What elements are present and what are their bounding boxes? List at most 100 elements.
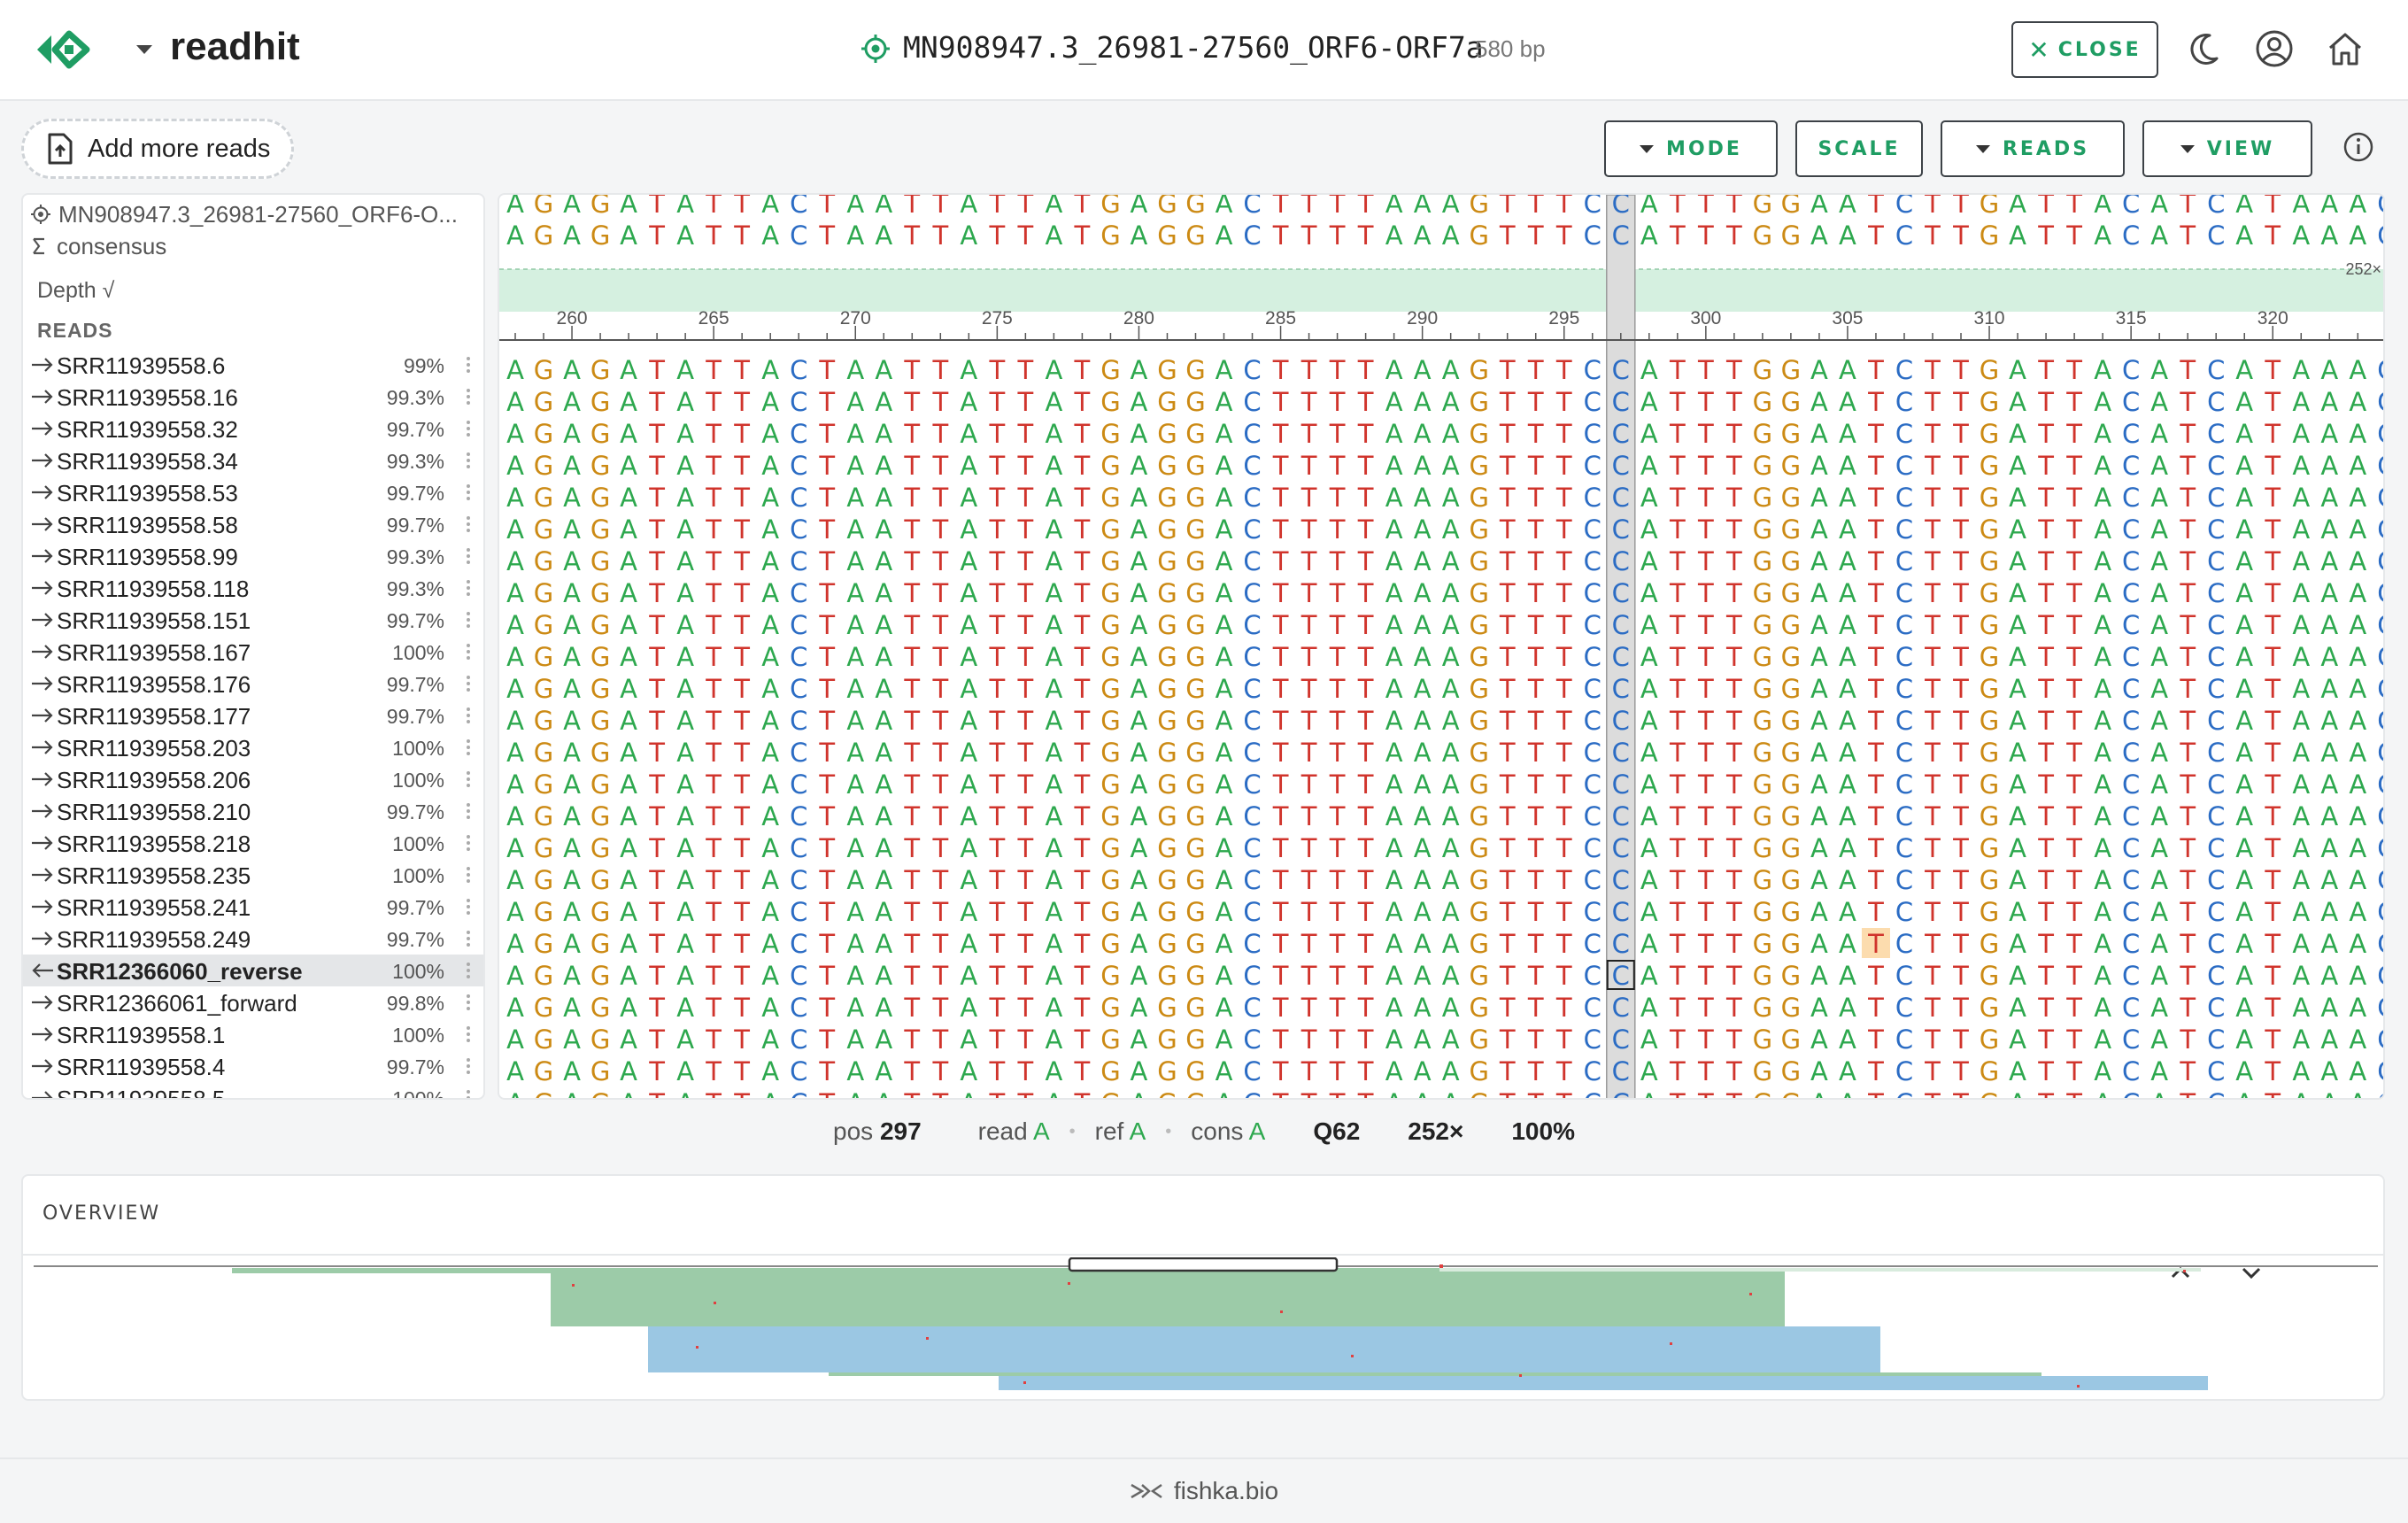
base-T[interactable]: T	[1555, 642, 1572, 672]
base-T[interactable]: T	[1527, 546, 1544, 576]
base-A[interactable]: A	[2292, 738, 2310, 768]
base-A[interactable]: A	[676, 578, 694, 608]
base-T[interactable]: T	[988, 1056, 1005, 1086]
base-A[interactable]: A	[1640, 897, 1658, 927]
base-A[interactable]: A	[875, 706, 892, 736]
base-A[interactable]: A	[2349, 674, 2366, 704]
base-C[interactable]: C	[2122, 674, 2140, 704]
base-T[interactable]: T	[1329, 1056, 1346, 1086]
base-T[interactable]: T	[2037, 419, 2054, 449]
base-A[interactable]: A	[1839, 929, 1856, 959]
base-A[interactable]: A	[875, 483, 892, 513]
base-G[interactable]: G	[1157, 546, 1177, 576]
base-T[interactable]: T	[1357, 769, 1374, 800]
base-A[interactable]: A	[676, 220, 694, 251]
base-T[interactable]: T	[2264, 220, 2281, 251]
base-C[interactable]: C	[1584, 355, 1601, 385]
base-T[interactable]: T	[818, 738, 835, 768]
base-G[interactable]: G	[1469, 514, 1488, 545]
base-A[interactable]: A	[506, 578, 524, 608]
base-A[interactable]: A	[960, 387, 977, 417]
base-A[interactable]: A	[2150, 1056, 2168, 1086]
base-G[interactable]: G	[1753, 451, 1772, 481]
base-T[interactable]: T	[1725, 419, 1742, 449]
base-A[interactable]: A	[1839, 546, 1856, 576]
base-T[interactable]: T	[1697, 929, 1714, 959]
base-T[interactable]: T	[1527, 220, 1544, 251]
base-A[interactable]: A	[960, 220, 977, 251]
base-A[interactable]: A	[563, 1088, 581, 1100]
base-A[interactable]: A	[2009, 674, 2026, 704]
base-A[interactable]: A	[1442, 833, 1460, 863]
base-T[interactable]: T	[903, 1088, 920, 1100]
base-A[interactable]: A	[1442, 483, 1460, 513]
base-G[interactable]: G	[1185, 195, 1205, 219]
base-A[interactable]: A	[1839, 483, 1856, 513]
base-T[interactable]: T	[1952, 897, 1969, 927]
base-A[interactable]: A	[846, 1056, 864, 1086]
base-T[interactable]: T	[1300, 1088, 1317, 1100]
base-T[interactable]: T	[1527, 801, 1544, 831]
base-T[interactable]: T	[1867, 993, 1884, 1023]
base-A[interactable]: A	[2292, 451, 2310, 481]
base-A[interactable]: A	[1045, 897, 1062, 927]
base-A[interactable]: A	[761, 419, 779, 449]
base-G[interactable]: G	[534, 355, 553, 385]
base-A[interactable]: A	[875, 419, 892, 449]
base-C[interactable]: C	[1243, 706, 1261, 736]
base-A[interactable]: A	[620, 642, 637, 672]
base-A[interactable]: A	[2349, 578, 2366, 608]
base-T[interactable]: T	[2065, 642, 2082, 672]
scale-button[interactable]: SCALE	[1795, 120, 1923, 177]
base-A[interactable]: A	[563, 514, 581, 545]
base-A[interactable]: A	[1131, 610, 1148, 640]
base-T[interactable]: T	[705, 355, 722, 385]
base-T[interactable]: T	[1555, 220, 1572, 251]
base-T[interactable]: T	[1697, 419, 1714, 449]
base-A[interactable]: A	[2320, 993, 2338, 1023]
base-A[interactable]: A	[563, 897, 581, 927]
base-G[interactable]: G	[534, 610, 553, 640]
base-T[interactable]: T	[1867, 610, 1884, 640]
base-G[interactable]: G	[1469, 738, 1488, 768]
base-T[interactable]: T	[648, 387, 665, 417]
base-T[interactable]: T	[2037, 1056, 2054, 1086]
base-C[interactable]: C	[1895, 483, 1913, 513]
base-A[interactable]: A	[875, 610, 892, 640]
read-list-item[interactable]: SRR11939558.218 100%	[23, 827, 483, 859]
base-A[interactable]: A	[761, 642, 779, 672]
base-T[interactable]: T	[1527, 1024, 1544, 1055]
base-T[interactable]: T	[2037, 220, 2054, 251]
base-A[interactable]: A	[846, 1088, 864, 1100]
base-T[interactable]: T	[1499, 769, 1516, 800]
base-T[interactable]: T	[1952, 451, 1969, 481]
base-C[interactable]: C	[1243, 993, 1261, 1023]
base-G[interactable]: G	[1100, 610, 1120, 640]
base-C[interactable]: C	[1612, 610, 1630, 640]
base-A[interactable]: A	[1385, 674, 1403, 704]
base-T[interactable]: T	[1074, 865, 1091, 895]
base-T[interactable]: T	[1697, 610, 1714, 640]
base-C[interactable]: C	[1243, 929, 1261, 959]
base-G[interactable]: G	[534, 801, 553, 831]
base-G[interactable]: G	[1980, 1056, 1999, 1086]
base-C[interactable]: C	[2122, 769, 2140, 800]
base-C[interactable]: C	[2377, 642, 2385, 672]
base-A[interactable]: A	[2094, 929, 2111, 959]
base-T[interactable]: T	[931, 642, 948, 672]
base-T[interactable]: T	[2037, 642, 2054, 672]
base-G[interactable]: G	[1469, 1088, 1488, 1100]
base-T[interactable]: T	[1272, 961, 1289, 991]
base-T[interactable]: T	[1697, 451, 1714, 481]
base-T[interactable]: T	[1300, 738, 1317, 768]
base-A[interactable]: A	[2292, 706, 2310, 736]
base-C[interactable]: C	[2122, 833, 2140, 863]
base-G[interactable]: G	[1157, 610, 1177, 640]
base-A[interactable]: A	[563, 419, 581, 449]
base-T[interactable]: T	[2179, 1056, 2196, 1086]
base-G[interactable]: G	[1781, 220, 1801, 251]
base-T[interactable]: T	[931, 355, 948, 385]
base-C[interactable]: C	[2207, 674, 2225, 704]
base-A[interactable]: A	[1131, 642, 1148, 672]
base-A[interactable]: A	[563, 993, 581, 1023]
